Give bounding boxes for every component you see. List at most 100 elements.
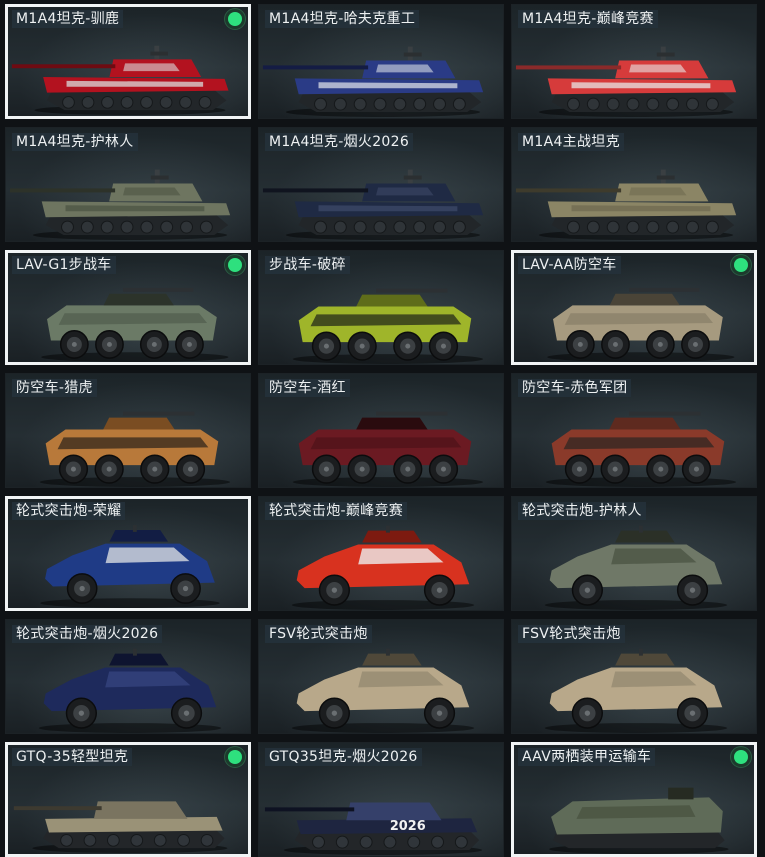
vehicle-skin-name: 轮式突击炮-烟火2026 [12, 625, 163, 643]
lav-model [41, 287, 229, 362]
vehicle-image [11, 45, 229, 116]
vehicle-skin-card[interactable]: 轮式突击炮-巅峰竞赛 [258, 496, 504, 611]
vehicle-skin-card[interactable]: M1A4坦克-护林人 [5, 127, 251, 242]
vehicle-image [9, 169, 231, 241]
vehicle-skin-card[interactable]: 轮式突击炮-荣耀 [5, 496, 251, 611]
owned-status-icon [228, 12, 242, 26]
vehicle-image [40, 525, 220, 608]
vehicle-image [41, 287, 229, 362]
vehicle-image [262, 46, 484, 118]
vehicle-image [549, 787, 729, 854]
turret [615, 530, 675, 543]
vehicle-skin-card[interactable]: LAV-G1步战车 [5, 250, 251, 365]
vehicle-skin-card[interactable]: LAV-AA防空车 [511, 250, 757, 365]
vehicle-image [38, 648, 222, 733]
vehicle-skin-card[interactable]: M1A4坦克-哈夫克重工 [258, 4, 504, 119]
tank-model [11, 45, 229, 116]
gun-barrel [264, 807, 355, 812]
vehicle-image [291, 525, 475, 610]
hull [45, 816, 223, 833]
machine-gun [132, 525, 137, 532]
vehicle-skin-name: 轮式突击炮-护林人 [518, 502, 646, 520]
gun-barrel [123, 287, 194, 292]
vehicle-image [544, 648, 728, 733]
vehicle-skin-card[interactable]: FSV轮式突击炮 [258, 619, 504, 734]
vehicle-image [292, 411, 484, 487]
lav-model [547, 287, 735, 362]
vehicle-skin-name: 防空车-猎虎 [12, 379, 97, 397]
tank-model [9, 169, 231, 241]
vehicle-skin-name: GTQ-35轻型坦克 [12, 748, 133, 766]
turret [362, 530, 422, 543]
vehicle-skin-card[interactable]: M1A4坦克-烟火2026 [258, 127, 504, 242]
vehicle-skin-name: FSV轮式突击炮 [265, 625, 372, 643]
tank-model [262, 46, 484, 118]
machine-gun [638, 525, 643, 533]
vehicle-skin-card[interactable]: 防空车-猎虎 [5, 373, 251, 488]
vehicle-skin-card[interactable]: 防空车-酒红 [258, 373, 504, 488]
gun-barrel [262, 188, 369, 193]
vehicle-image [545, 411, 737, 487]
tank-model [515, 169, 737, 241]
light-tank-model [13, 801, 228, 854]
vehicle-skin-name: LAV-AA防空车 [518, 256, 621, 274]
turret [356, 294, 428, 307]
gun-barrel [123, 411, 195, 416]
owned-status-icon [734, 258, 748, 272]
vehicle-skin-card[interactable]: 防空车-赤色军团 [511, 373, 757, 488]
vehicle-skin-card[interactable]: FSV轮式突击炮 [511, 619, 757, 734]
vehicle-skin-card[interactable]: GTQ-35轻型坦克 [5, 742, 251, 857]
vehicle-skin-card[interactable]: 轮式突击炮-护林人 [511, 496, 757, 611]
vehicle-skin-name: M1A4坦克-护林人 [12, 133, 138, 151]
vehicle-skin-name: LAV-G1步战车 [12, 256, 116, 274]
aav-model [549, 787, 729, 854]
vehicle-skin-name: M1A4坦克-巅峰竞赛 [518, 10, 658, 28]
hull [296, 818, 478, 835]
vehicle-image [262, 169, 484, 241]
vehicle-skin-name: M1A4坦克-驯鹿 [12, 10, 124, 28]
gun-barrel [9, 188, 116, 193]
vehicle-image [291, 648, 475, 733]
vehicle-skin-name: 步战车-破碎 [265, 256, 350, 274]
vehicle-image [39, 411, 231, 487]
owned-status-icon [734, 750, 748, 764]
hull-decal: 2026 [390, 819, 426, 834]
vehicle-image [292, 288, 484, 364]
assault-vehicle-model [544, 648, 728, 733]
gun-barrel [262, 65, 369, 70]
vehicle-skin-name: M1A4坦克-烟火2026 [265, 133, 414, 151]
turret [103, 293, 174, 306]
machine-gun [132, 648, 137, 656]
vehicle-skin-card[interactable]: M1A4坦克-驯鹿 [5, 4, 251, 119]
lav-model [39, 411, 231, 487]
turret [109, 653, 169, 666]
lav-model [292, 411, 484, 487]
turret [609, 293, 680, 306]
vehicle-skin-card[interactable]: 步战车-破碎 [258, 250, 504, 365]
vehicle-skin-card[interactable]: M1A4坦克-巅峰竞赛 [511, 4, 757, 119]
tank-model [515, 46, 737, 118]
turret [609, 417, 681, 430]
lav-model [545, 411, 737, 487]
assault-vehicle-model [544, 525, 728, 610]
vehicle-skin-name: 防空车-赤色军团 [518, 379, 632, 397]
vehicle-image: 2026 [264, 802, 483, 856]
light-tank-model: 2026 [264, 802, 483, 856]
lav-model [292, 288, 484, 364]
vehicle-skin-name: M1A4主战坦克 [518, 133, 624, 151]
vehicle-image [515, 46, 737, 118]
gun-barrel [629, 287, 700, 292]
turret [615, 653, 675, 666]
gun-barrel [515, 65, 622, 70]
gun-barrel [376, 288, 448, 293]
vehicle-skin-card[interactable]: 2026 GTQ35坦克-烟火2026 [258, 742, 504, 857]
assault-vehicle-model [291, 525, 475, 610]
assault-vehicle-model [291, 648, 475, 733]
vehicle-skin-card[interactable]: M1A4主战坦克 [511, 127, 757, 242]
vehicle-skin-name: AAV两栖装甲运输车 [518, 748, 656, 766]
gun-barrel [515, 188, 622, 193]
machine-gun [638, 648, 643, 656]
vehicle-skin-card[interactable]: 轮式突击炮-烟火2026 [5, 619, 251, 734]
vehicle-skin-grid: M1A4坦克-驯鹿 M1A4坦克-哈夫克重工 M1A4坦克-巅峰竞赛 M1A4坦克-护… [0, 0, 765, 857]
vehicle-skin-card[interactable]: AAV两栖装甲运输车 [511, 742, 757, 857]
